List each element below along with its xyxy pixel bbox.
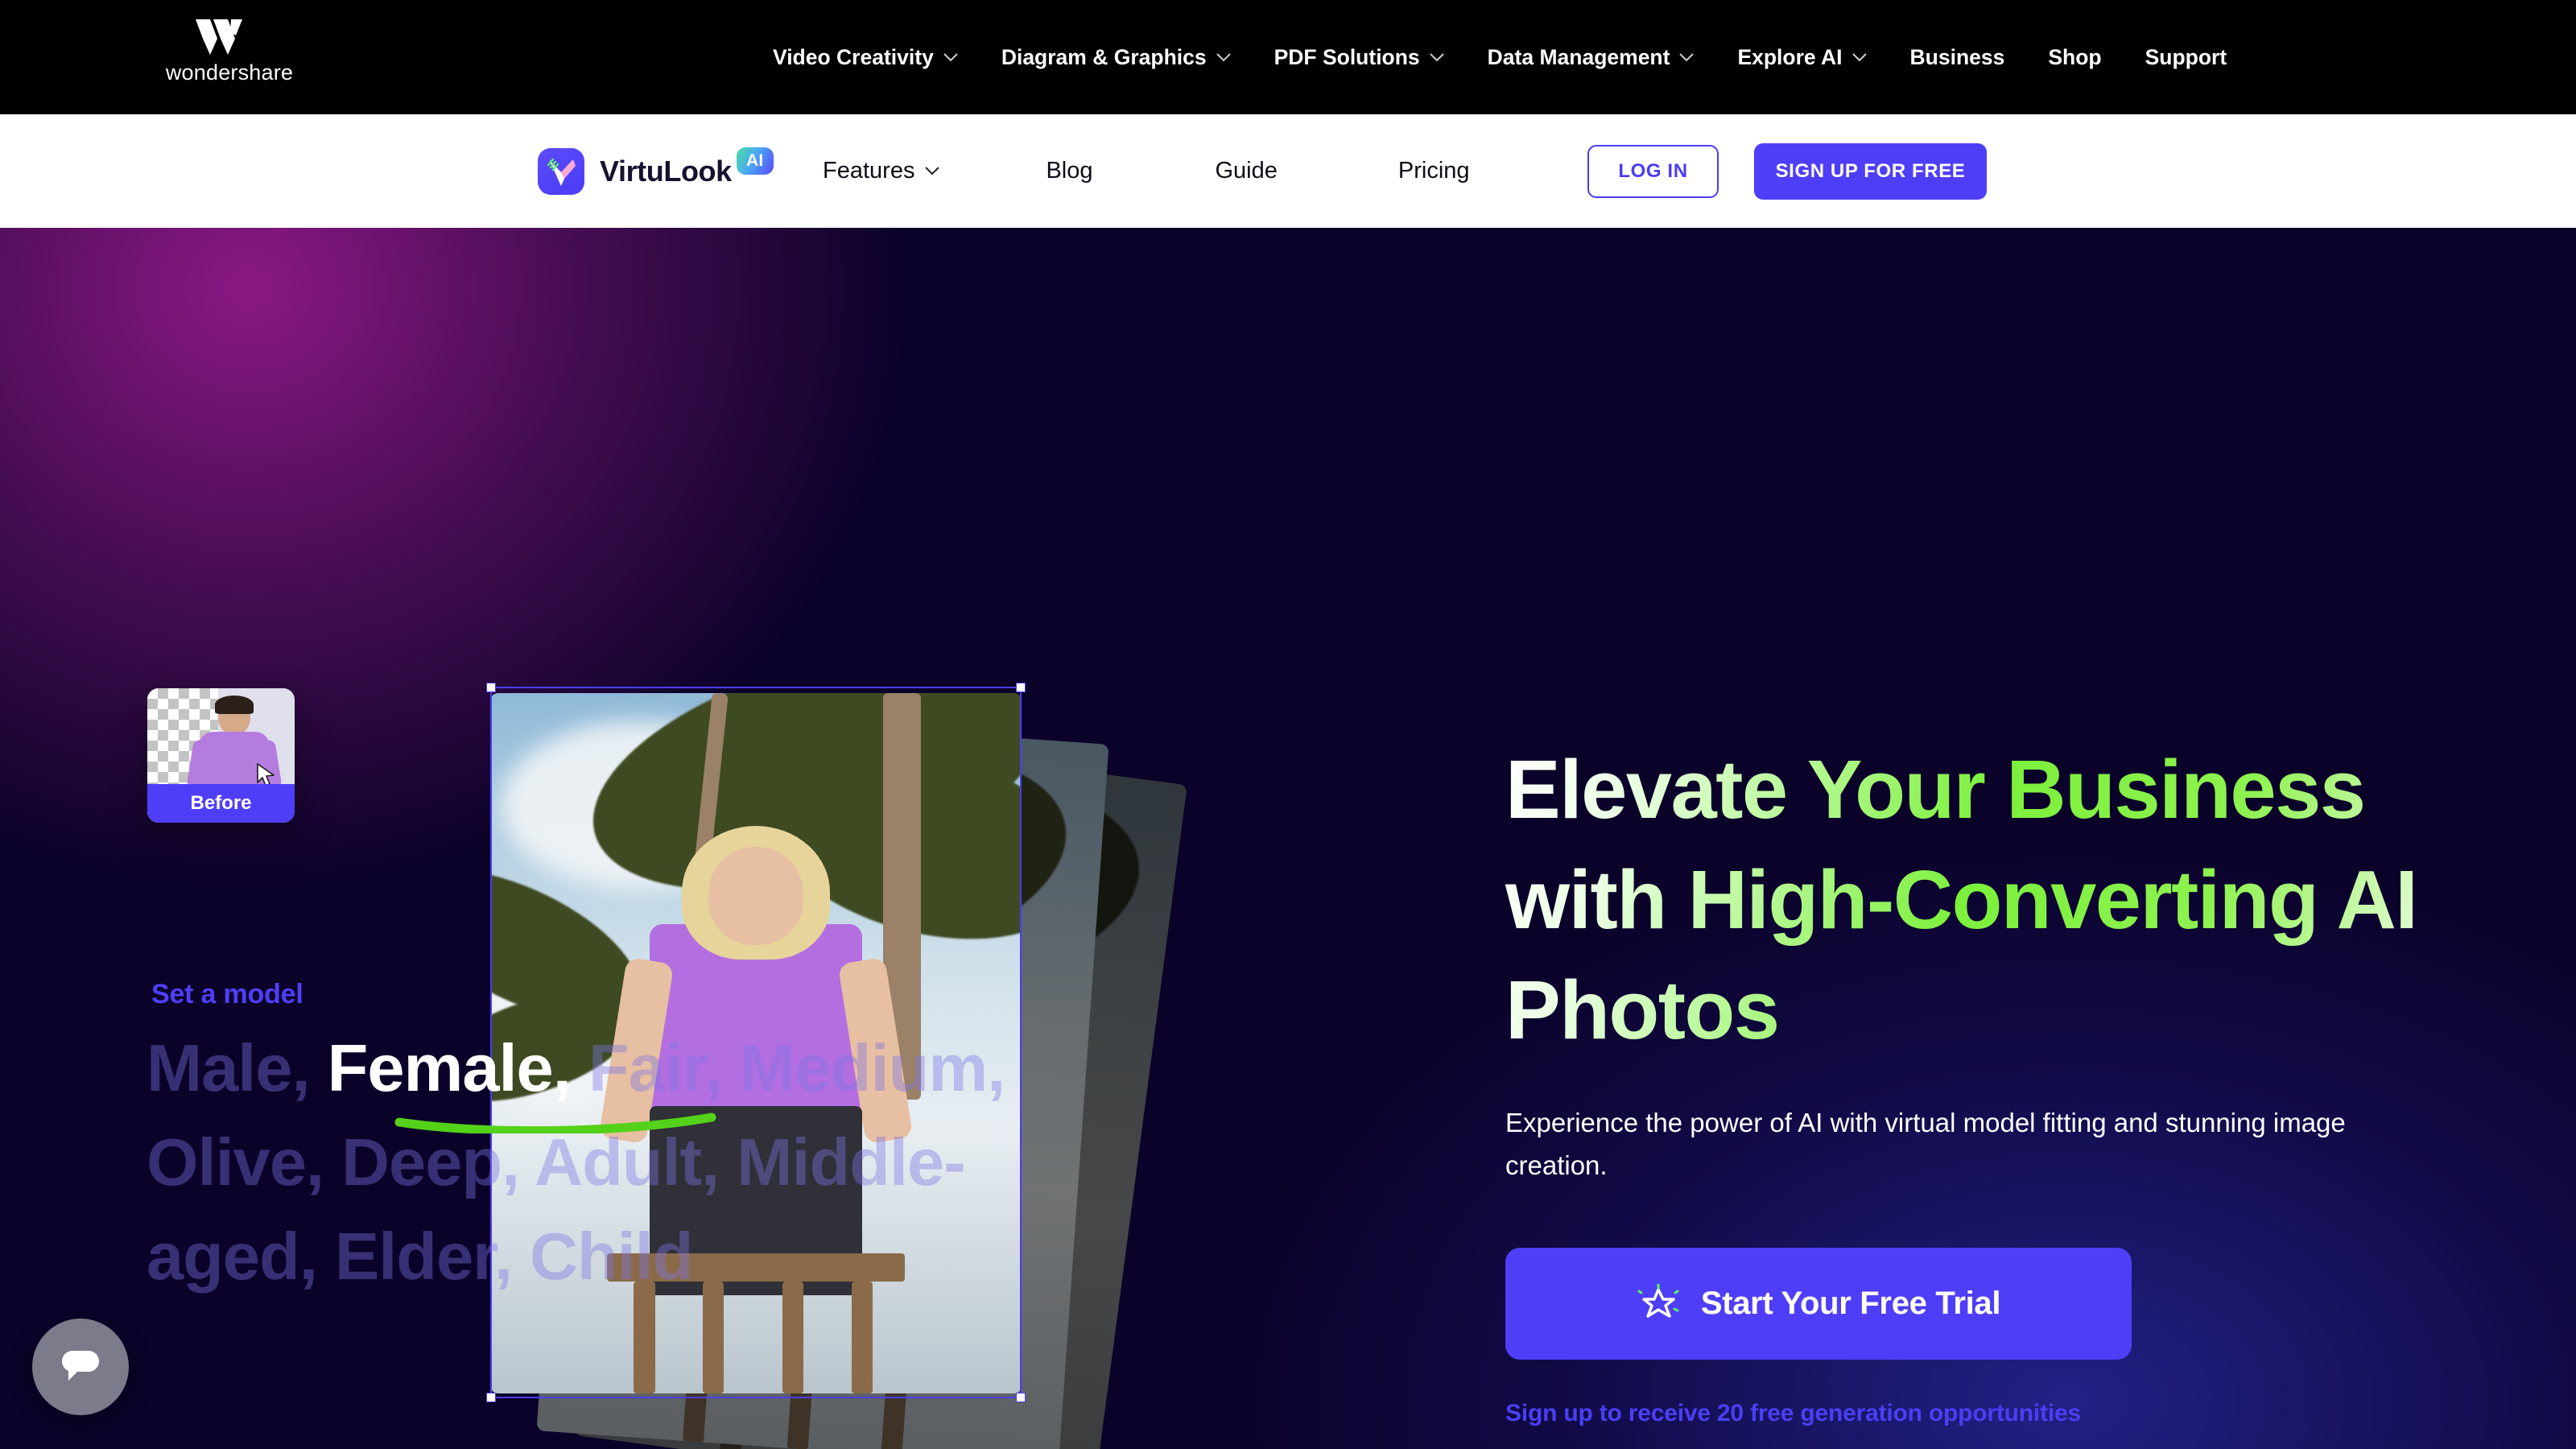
model-options-prefix: Male, <box>147 1030 328 1105</box>
product-nav-item-guide[interactable]: Guide <box>1216 158 1278 184</box>
top-menu-label: Shop <box>2048 44 2102 69</box>
model-options-highlight: Female, <box>327 1030 572 1105</box>
start-free-trial-button[interactable]: Start Your Free Trial <box>1505 1247 2132 1360</box>
chevron-down-icon <box>1679 52 1695 61</box>
chevron-down-icon <box>925 167 940 175</box>
top-menu-label: Support <box>2145 44 2227 69</box>
top-menu-item-support[interactable]: Support <box>2145 45 2227 70</box>
top-menu-item-business[interactable]: Business <box>1910 45 2005 70</box>
product-nav-item-features[interactable]: Features <box>823 158 940 184</box>
virtulook-v-icon <box>538 147 584 195</box>
wondershare-wordmark: wondershare <box>165 60 294 85</box>
top-menu: Video Creativity Diagram & Graphics PDF … <box>773 0 2227 114</box>
top-menu-label: Data Management <box>1487 44 1670 69</box>
set-a-model-label: Set a model <box>151 979 303 1009</box>
chevron-down-icon <box>1852 52 1867 61</box>
top-menu-item-explore-ai[interactable]: Explore AI <box>1737 44 1867 70</box>
top-menu-item-shop[interactable]: Shop <box>2048 45 2101 70</box>
product-nav-label: Pricing <box>1397 158 1470 184</box>
product-nav-item-pricing[interactable]: Pricing <box>1398 158 1470 184</box>
product-nav-item-blog[interactable]: Blog <box>1046 158 1092 184</box>
hero-subtext: Experience the power of AI with virtual … <box>1505 1107 2346 1181</box>
virtulook-brand[interactable]: VirtuLook AI <box>538 147 774 195</box>
signup-offer-link[interactable]: Sign up to receive 20 free generation op… <box>1505 1400 2455 1427</box>
global-top-navbar: wondershare Video Creativity Diagram & G… <box>0 0 2576 114</box>
top-menu-item-video-creativity[interactable]: Video Creativity <box>773 45 958 70</box>
chevron-down-icon <box>943 52 958 61</box>
resize-handle-top-right[interactable] <box>1016 683 1026 692</box>
resize-handle-top-left[interactable] <box>486 683 496 692</box>
wondershare-w-icon <box>196 19 242 55</box>
chat-widget-button[interactable] <box>32 1319 129 1415</box>
top-menu-label: PDF Solutions <box>1274 44 1420 69</box>
top-menu-item-data-management[interactable]: Data Management <box>1488 45 1695 70</box>
chat-bubble-icon <box>62 1351 99 1381</box>
before-label: Before <box>147 784 295 823</box>
hero-headline: Elevate Your Business with High-Converti… <box>1505 735 2455 1066</box>
top-menu-label: Business <box>1909 44 2005 69</box>
top-menu-label: Diagram & Graphics <box>1001 44 1207 69</box>
top-menu-item-diagram-graphics[interactable]: Diagram & Graphics <box>1001 45 1231 70</box>
before-preview-card[interactable]: Before <box>147 688 295 823</box>
ai-badge: AI <box>736 147 774 175</box>
virtulook-wordmark: VirtuLook <box>600 154 732 188</box>
product-nav-label: Blog <box>1046 158 1093 184</box>
top-menu-item-pdf-solutions[interactable]: PDF Solutions <box>1274 45 1444 70</box>
cta-label: Start Your Free Trial <box>1700 1285 2001 1321</box>
signup-button[interactable]: SIGN UP FOR FREE <box>1754 142 1987 200</box>
green-underline-swoosh <box>394 1113 716 1133</box>
product-nav-label: Guide <box>1215 158 1278 184</box>
hero-copy-column: Elevate Your Business with High-Converti… <box>1505 735 2455 1427</box>
login-button[interactable]: LOG IN <box>1587 144 1719 198</box>
product-navbar: VirtuLook AI Features Blog Guide Pricing… <box>0 114 2576 228</box>
product-nav-label: Features <box>823 158 915 184</box>
chevron-down-icon <box>1216 52 1231 61</box>
chevron-down-icon <box>1429 52 1444 61</box>
top-menu-label: Video Creativity <box>773 44 934 69</box>
sparkle-star-icon <box>1637 1283 1679 1319</box>
wondershare-logo[interactable]: wondershare <box>165 18 294 84</box>
top-menu-label: Explore AI <box>1737 44 1843 69</box>
hero-section: Before Set a model Male, Female, Fair, M… <box>0 228 2576 1449</box>
product-nav-links: Features Blog Guide Pricing <box>823 158 1470 184</box>
model-attribute-list: Male, Female, Fair, Medium, Olive, Deep,… <box>147 1021 1048 1303</box>
auth-buttons: LOG IN SIGN UP FOR FREE <box>1587 142 1987 200</box>
